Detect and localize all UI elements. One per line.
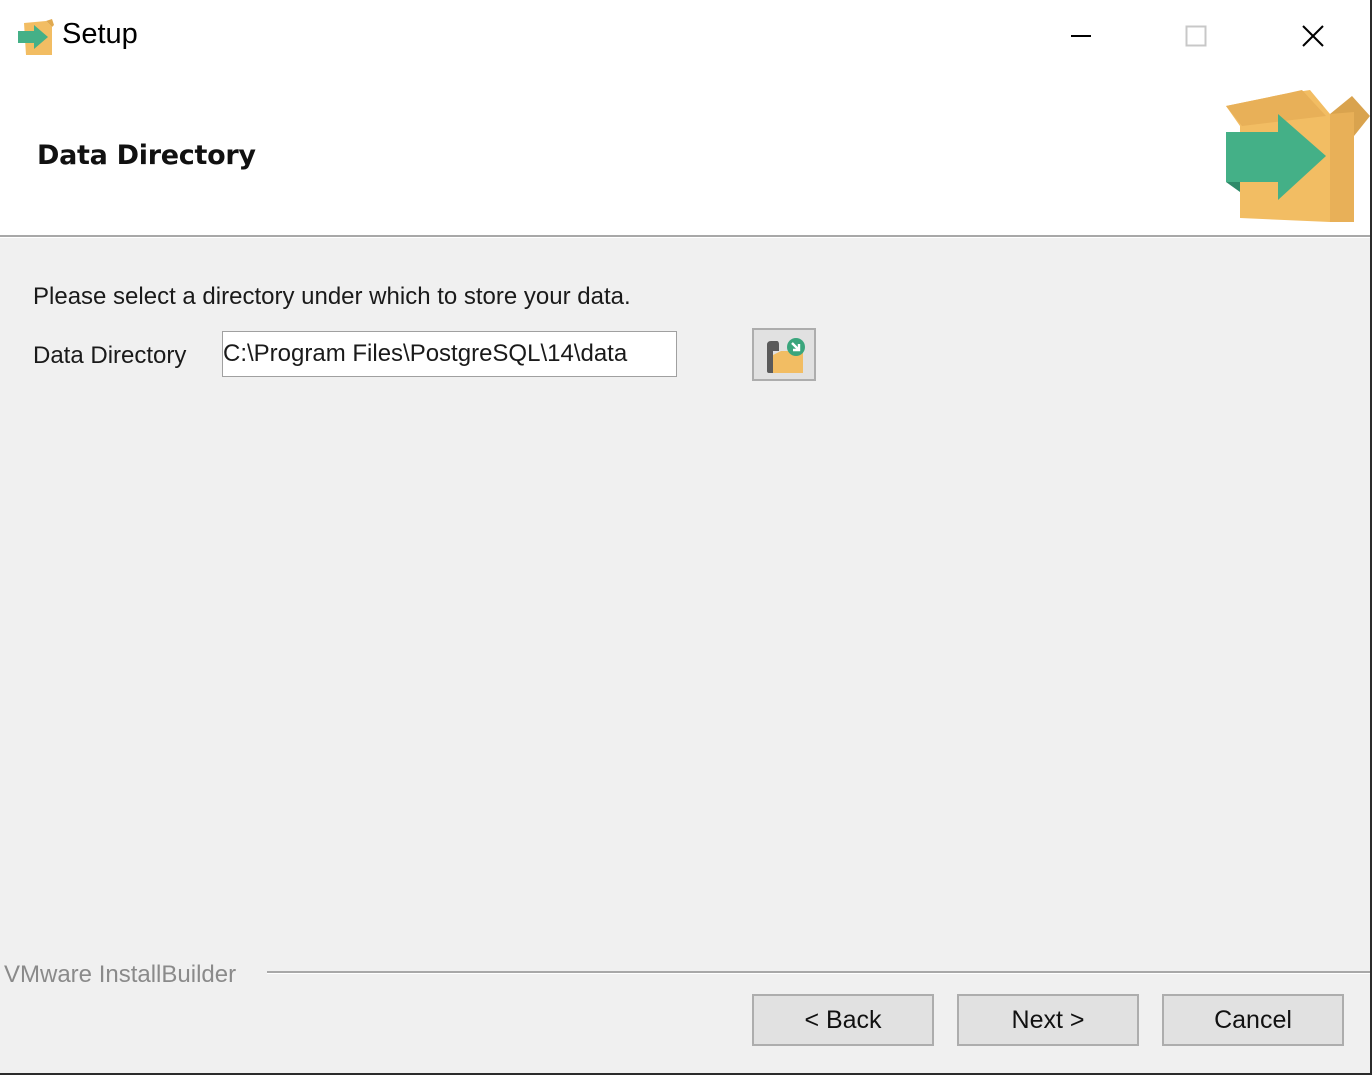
- brand-label: VMware InstallBuilder: [4, 961, 237, 988]
- back-button[interactable]: < Back: [752, 994, 934, 1046]
- page-header: Data Directory: [0, 76, 1370, 235]
- data-directory-input[interactable]: [222, 331, 677, 377]
- app-icon: [18, 19, 54, 55]
- minimize-icon: [1070, 35, 1091, 37]
- data-directory-label: Data Directory: [33, 342, 187, 369]
- page-title: Data Directory: [37, 140, 256, 171]
- next-button[interactable]: Next >: [957, 994, 1139, 1046]
- window-title: Setup: [62, 18, 138, 50]
- setup-window: Setup Data Directory Please select a dir…: [0, 0, 1372, 1075]
- cancel-button[interactable]: Cancel: [1162, 994, 1344, 1046]
- close-button[interactable]: [1255, 0, 1370, 72]
- title-bar: Setup: [0, 0, 1370, 76]
- close-icon: [1301, 25, 1324, 47]
- maximize-icon: [1185, 25, 1206, 47]
- maximize-button[interactable]: [1138, 0, 1253, 72]
- instruction-text: Please select a directory under which to…: [33, 283, 631, 310]
- browse-directory-button[interactable]: [752, 328, 816, 381]
- folder-browse-icon: [767, 338, 805, 373]
- installer-box-arrow-icon: [1226, 90, 1370, 222]
- minimize-button[interactable]: [1023, 0, 1138, 72]
